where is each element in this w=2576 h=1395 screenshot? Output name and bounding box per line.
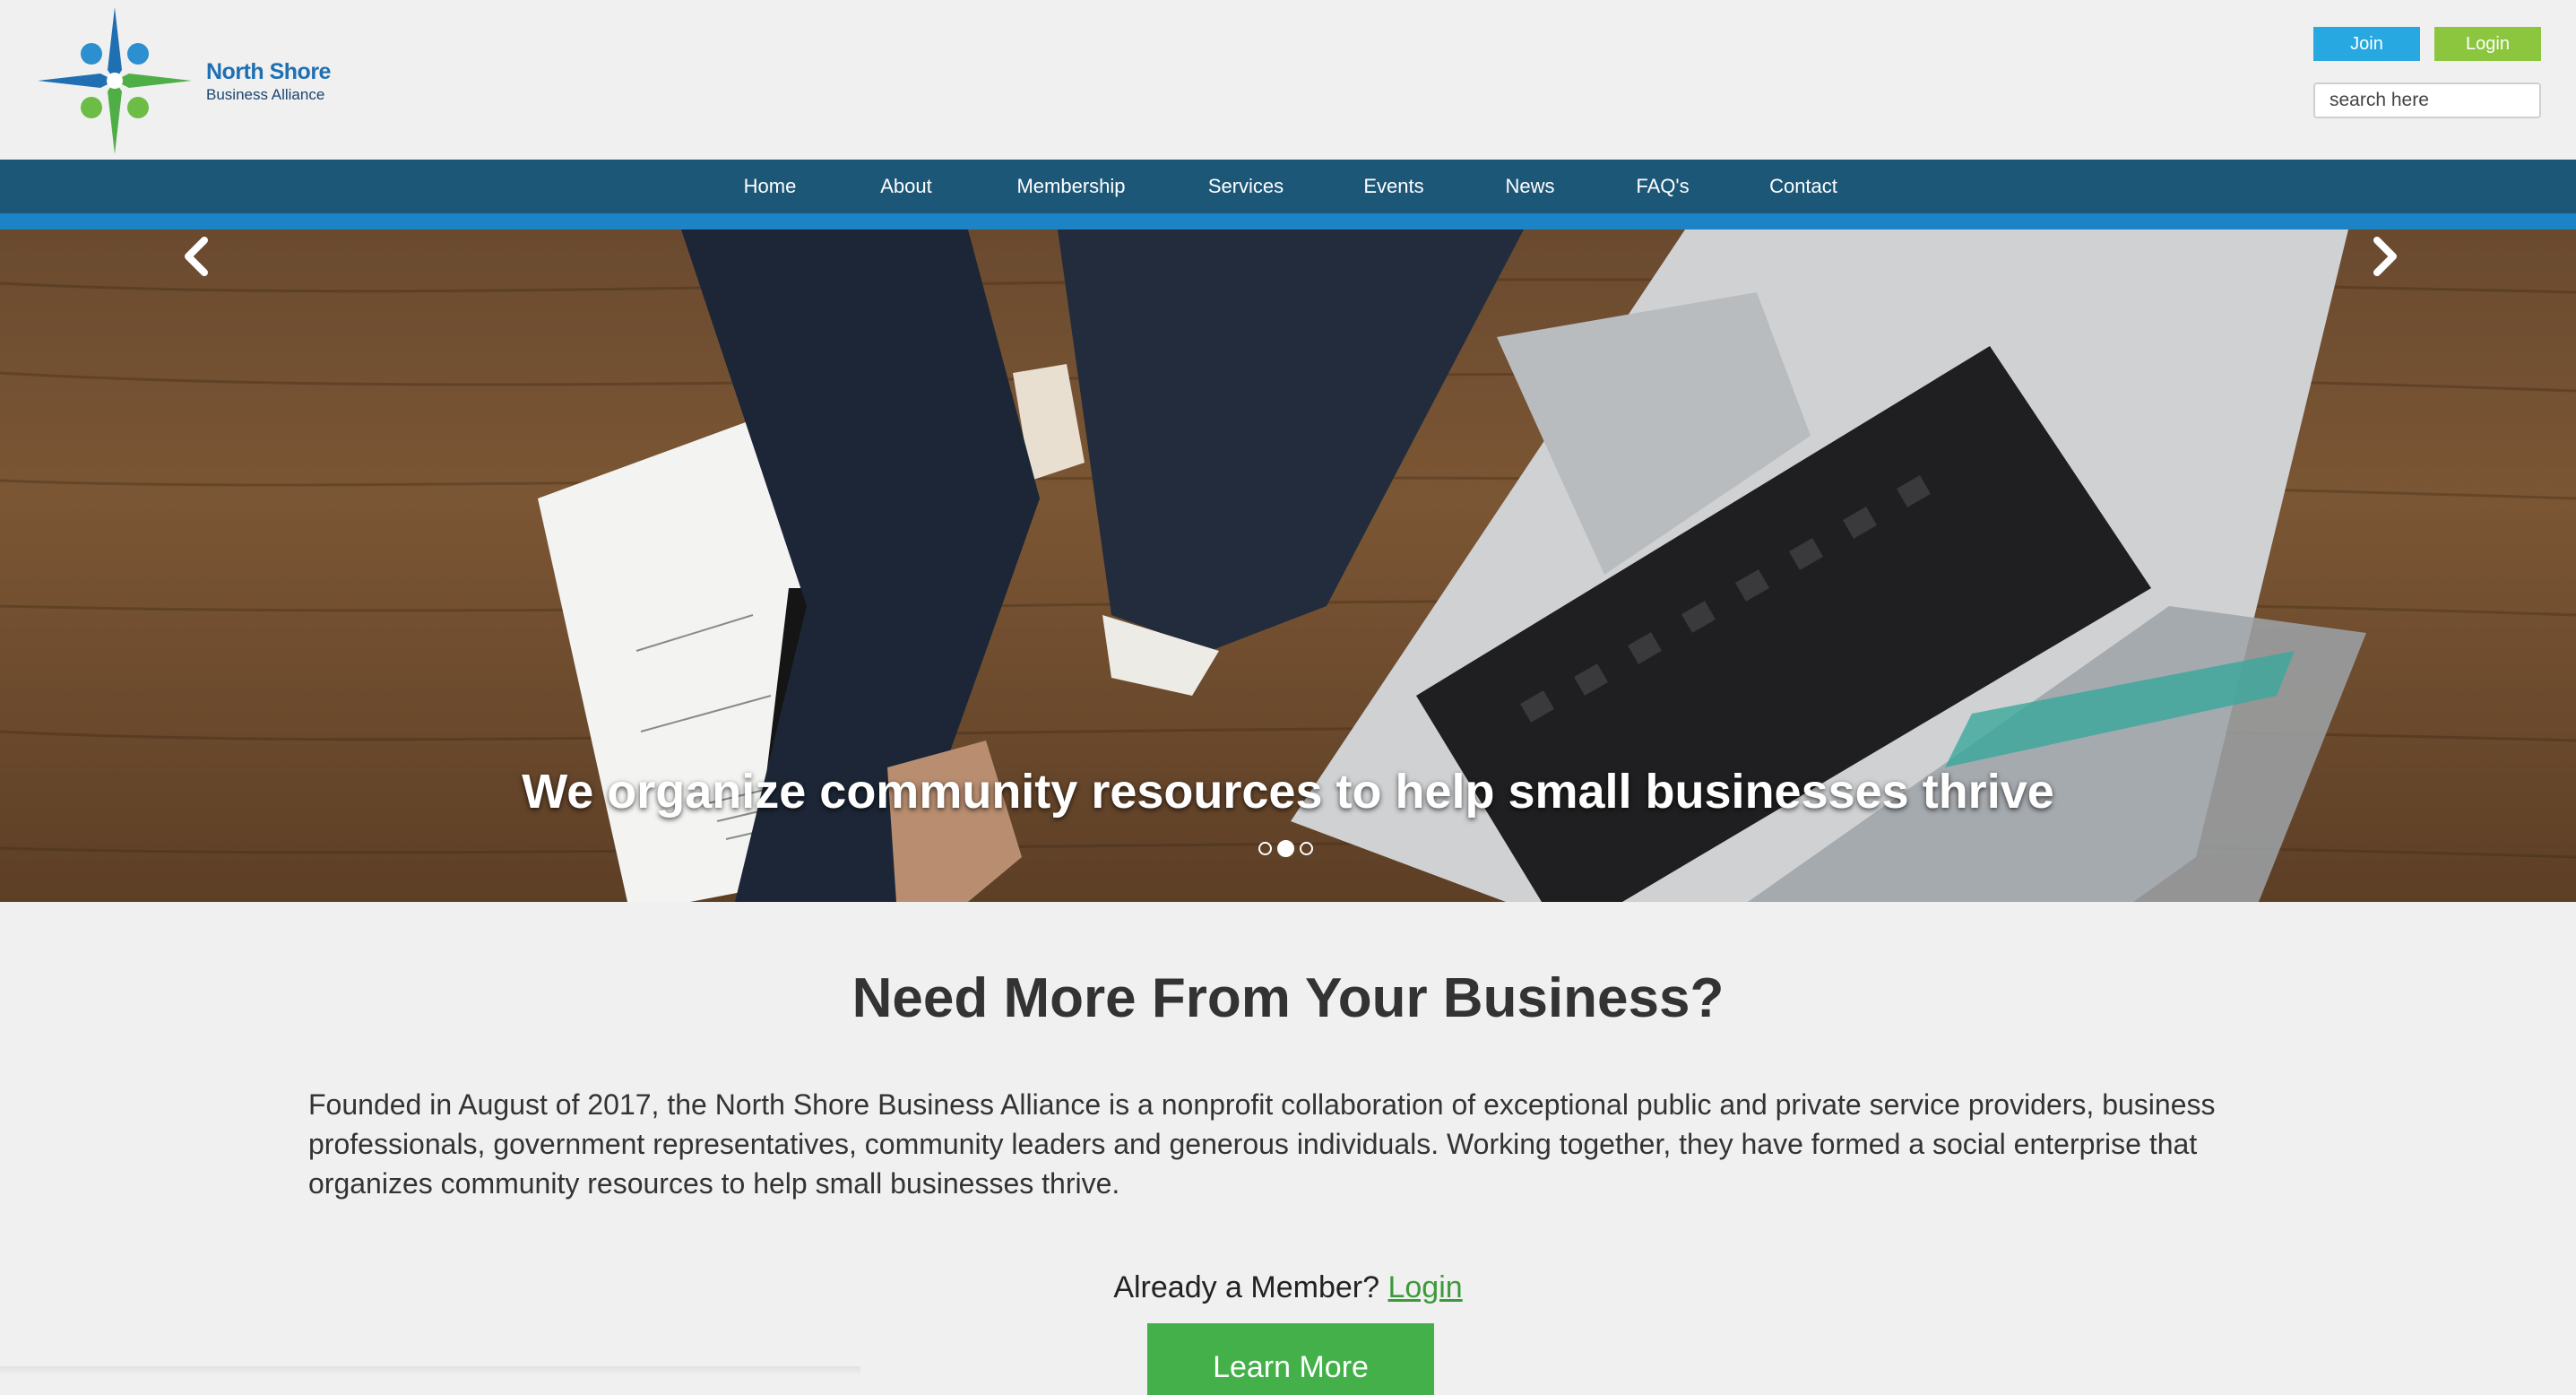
carousel-dot-1[interactable] <box>1258 841 1272 855</box>
learn-more-button[interactable]: Learn More <box>1147 1323 1434 1395</box>
nav-item-membership[interactable]: Membership <box>995 160 1147 213</box>
brand-name: North Shore <box>206 59 331 84</box>
carousel-dot-2[interactable] <box>1277 839 1294 857</box>
nav-item-faqs[interactable]: FAQ's <box>1613 160 1712 213</box>
nav-item-about[interactable]: About <box>860 160 952 213</box>
join-button[interactable]: Join <box>2313 27 2420 61</box>
section-heading: Need More From Your Business? <box>851 967 1725 1029</box>
member-prompt-line: Already a Member? Login <box>0 1270 2576 1305</box>
nav-item-news[interactable]: News <box>1483 160 1577 213</box>
carousel-dot-3[interactable] <box>1300 841 1313 855</box>
site-header: North Shore Business Alliance Join Login <box>0 0 2576 160</box>
login-button[interactable]: Login <box>2434 27 2541 61</box>
carousel-prev-icon[interactable] <box>170 230 224 283</box>
carousel-indicators <box>1258 837 1321 859</box>
intro-paragraph: Founded in August of 2017, the North Sho… <box>308 1088 2216 1200</box>
member-login-link[interactable]: Login <box>1387 1270 1462 1304</box>
hero-carousel: We organize community resources to help … <box>0 230 2576 902</box>
nav-item-events[interactable]: Events <box>1344 160 1443 213</box>
search-input[interactable] <box>2313 82 2541 118</box>
nav-item-services[interactable]: Services <box>1183 160 1309 213</box>
logo-mark-icon <box>38 7 192 154</box>
nav-item-contact[interactable]: Contact <box>1748 160 1859 213</box>
carousel-next-icon[interactable] <box>2357 230 2411 283</box>
nav-item-home[interactable]: Home <box>705 160 835 230</box>
bottom-shadow <box>0 1366 860 1375</box>
main-nav: Home About Membership Services Events Ne… <box>0 160 2576 230</box>
brand-subtitle: Business Alliance <box>206 86 325 103</box>
site-logo[interactable]: North Shore Business Alliance <box>36 5 341 158</box>
member-prompt-text: Already a Member? <box>1113 1270 1380 1304</box>
hero-caption: We organize community resources to help … <box>522 765 2054 819</box>
nav-accent-stripe <box>0 213 2576 230</box>
